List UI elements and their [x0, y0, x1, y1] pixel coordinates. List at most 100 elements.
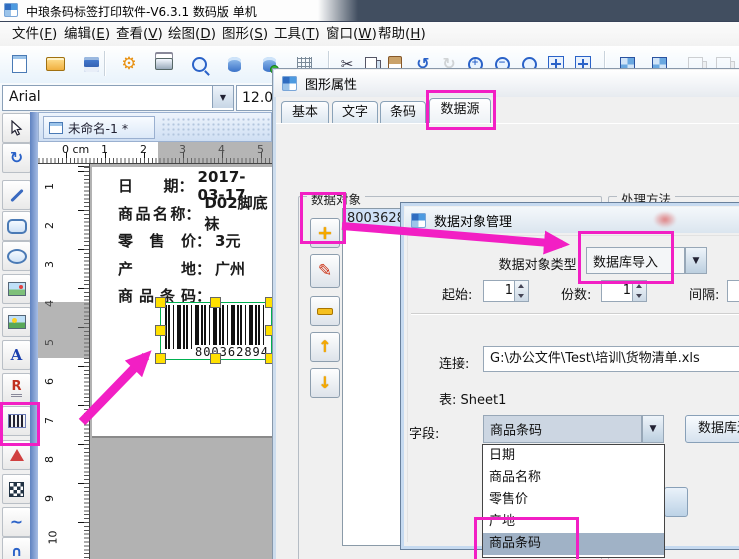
menu-item-t[interactable]: 工具(T) [268, 25, 326, 43]
label-text-line[interactable]: 商品名称： D02脚底袜 [118, 194, 272, 233]
menu-bar: 文件(F) 编辑(E) 查看(V) 绘图(D) 图形(S) 工具(T) 窗口(W) 帮助(H) [0, 22, 739, 47]
move-down-button[interactable]: ↓ [310, 368, 340, 398]
field-option-零售价[interactable]: 零售价 [483, 489, 664, 511]
spinner-buttons[interactable] [514, 281, 528, 301]
vertical-ruler: 12345678910 [38, 164, 90, 559]
start-spinner[interactable]: 1 [483, 280, 529, 302]
page-settings-button[interactable]: ⚙ [116, 51, 142, 77]
dialog-logo-icon [411, 212, 426, 228]
document-tab-title: 未命名-1 * [68, 121, 129, 136]
highlight-field-option [474, 517, 579, 559]
tool-select-button[interactable] [2, 113, 31, 143]
selection-handle[interactable] [210, 353, 221, 364]
label-key: 零售价 [118, 232, 196, 250]
font-bar: Arial ▼ 12.0 [0, 83, 289, 112]
close-button-smudge[interactable] [653, 211, 677, 228]
print-button[interactable] [151, 51, 177, 77]
v-ruler-number: 1 [43, 183, 56, 190]
chevron-down-icon[interactable]: ▼ [212, 86, 233, 108]
label-colon: ： [196, 232, 212, 250]
barcode-bars [165, 305, 265, 349]
selection-handle[interactable] [155, 353, 166, 364]
label-value: 广州 [215, 259, 246, 278]
tool-qrcode-button[interactable] [2, 474, 31, 504]
image-icon [7, 282, 26, 296]
rounded-rect-icon [6, 218, 27, 234]
down-arrow-icon: ↓ [318, 373, 332, 392]
vertical-ruler-selection [38, 302, 89, 358]
copies-label: 份数: [561, 288, 592, 303]
menu-item-s[interactable]: 图形(S) [216, 25, 274, 43]
selection-handle[interactable] [155, 325, 166, 336]
label-text-line[interactable]: 产地：广州 [118, 255, 245, 282]
label-text-line[interactable]: 零售价： 3元 [118, 227, 240, 254]
print-preview-button[interactable] [186, 51, 212, 77]
tool-rotate-button[interactable]: ↻ [2, 143, 31, 173]
move-up-button[interactable]: ↑ [310, 332, 340, 362]
h-ruler-number: 1 [101, 143, 108, 156]
document-tab[interactable]: 未命名-1 * [43, 116, 155, 139]
tool-text-button[interactable]: A [2, 340, 31, 370]
tab-基本[interactable]: 基本 [281, 101, 329, 123]
window-title: 中琅条码标签打印软件-V6.3.1 数码版 单机 [26, 5, 257, 19]
new-document-button[interactable] [6, 51, 32, 77]
connection-field[interactable]: G:\办公文件\Test\培训\货物清单.xls [483, 346, 739, 372]
highlight-barcode-tool [0, 402, 40, 446]
menu-item-h[interactable]: 帮助(H) [372, 25, 432, 43]
field-combo[interactable]: 商品条码 [483, 415, 642, 443]
edit-data-object-button[interactable]: ✎ [310, 254, 340, 288]
barcode-object[interactable]: 800362894 [160, 302, 272, 360]
database-import-button[interactable] [221, 51, 247, 77]
arc-icon: ∩ [10, 544, 23, 559]
app-logo-icon [4, 3, 18, 17]
desktop-background [318, 0, 739, 21]
selection-handle[interactable] [210, 297, 221, 308]
highlight-type-combo [578, 231, 674, 284]
copies-value: 1 [622, 283, 631, 298]
print-icon [155, 58, 173, 70]
canvas-area[interactable]: 日期： 2017-03-17 商品名称： D02脚底袜 零售价： 3元 产地：广州 商品条码： [90, 164, 272, 559]
tool-rounded-rect-button[interactable] [2, 211, 31, 241]
spinner-buttons[interactable] [632, 281, 646, 301]
remove-data-object-button[interactable] [310, 296, 340, 326]
minus-icon [317, 307, 333, 315]
field-option-日期[interactable]: 日期 [483, 445, 664, 467]
canvas-window-frame [30, 112, 38, 559]
field-value: 商品条码 [490, 423, 543, 439]
selection-handle[interactable] [155, 297, 166, 308]
start-label: 起始: [442, 288, 473, 303]
tab-条码[interactable]: 条码 [380, 101, 426, 123]
tool-line-button[interactable] [2, 180, 31, 210]
tool-image-button[interactable] [2, 274, 31, 304]
table-label: 表: Sheet1 [439, 393, 507, 408]
field-option-商品名称[interactable]: 商品名称 [483, 467, 664, 489]
line-icon [9, 188, 24, 202]
menu-item-d[interactable]: 绘图(D) [162, 25, 222, 43]
app-window: 中琅条码标签打印软件-V6.3.1 数码版 单机 文件(F) 编辑(E) 查看(V)… [0, 0, 739, 559]
tool-arc-button[interactable]: ∩ [2, 537, 31, 559]
save-button[interactable] [78, 51, 104, 77]
tab-文字[interactable]: 文字 [332, 101, 378, 123]
tool-rich-text-button[interactable]: R [2, 373, 31, 403]
database-connect-button[interactable]: 数据库连接 [685, 415, 739, 443]
new-document-icon [11, 55, 27, 73]
save-icon [83, 56, 99, 72]
start-value: 1 [504, 283, 513, 298]
tool-picture-button[interactable] [2, 307, 31, 337]
font-family-combo[interactable]: Arial ▼ [2, 85, 234, 111]
field-label: 字段: [409, 427, 440, 442]
interval-spinner[interactable]: 1 [727, 280, 739, 302]
tool-ellipse-button[interactable] [2, 241, 31, 271]
menu-item-e[interactable]: 编辑(E) [58, 25, 116, 43]
menu-item-f[interactable]: 文件(F) [6, 25, 63, 43]
open-file-button[interactable] [42, 51, 68, 77]
menu-item-v[interactable]: 查看(V) [110, 25, 169, 43]
tool-curve-button[interactable]: ~ [2, 507, 31, 537]
field-combo-arrow[interactable]: ▼ [642, 415, 664, 443]
toolbar-separator [104, 51, 105, 76]
label-colon: ： [178, 177, 194, 195]
interval-label: 间隔: [689, 288, 720, 303]
type-combo-arrow[interactable]: ▼ [685, 247, 707, 274]
hidden-button-fragment[interactable] [664, 487, 688, 517]
open-file-icon [45, 57, 65, 71]
